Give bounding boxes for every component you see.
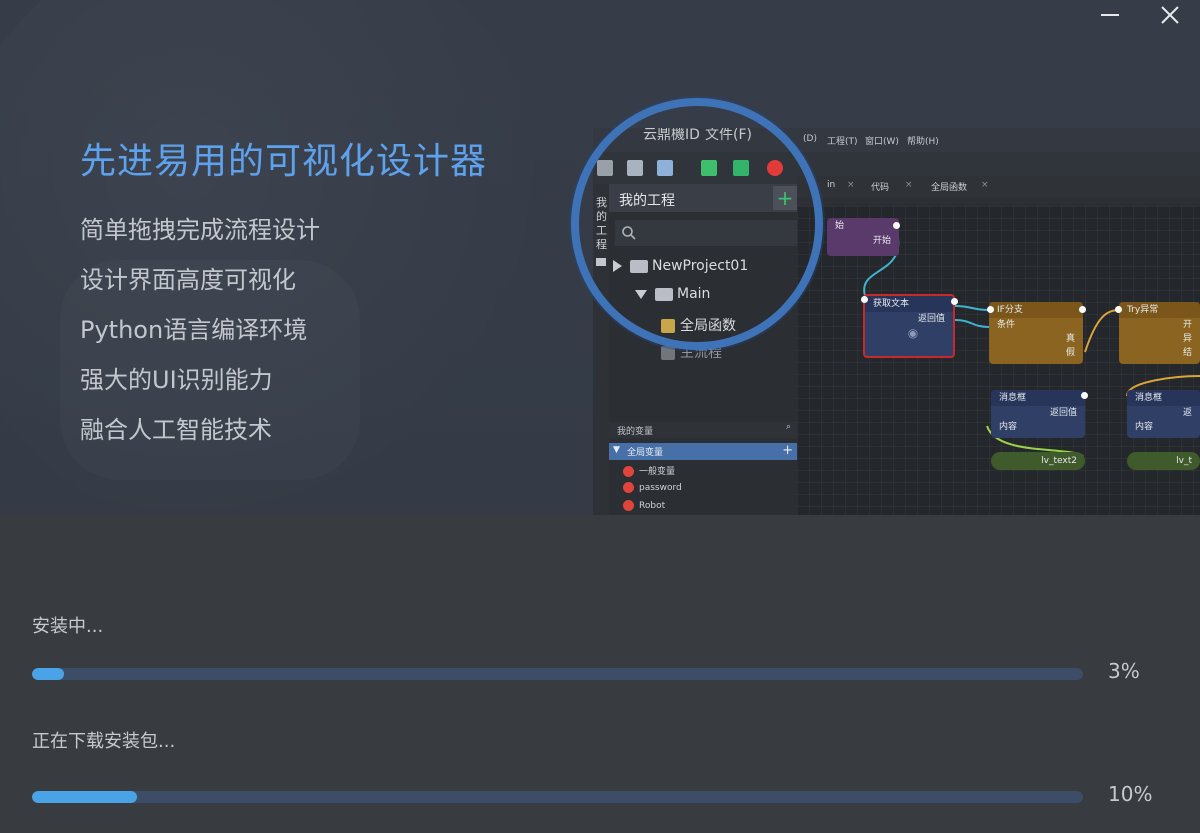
download-progress-bar — [32, 791, 1083, 803]
feature-item: 强大的UI识别能力 — [80, 366, 273, 394]
editor-tab: 代码 — [871, 183, 890, 193]
download-progress-percent: 10% — [1108, 782, 1153, 806]
port-dot — [987, 306, 994, 313]
port-dot — [893, 222, 900, 229]
expand-icon — [613, 260, 622, 272]
camera-icon: ◉ — [907, 326, 919, 340]
folder-icon — [655, 287, 673, 301]
designer-preview-image: 云鼎機ID 文件(F) (D) 工程(T) 窗口(W) 帮助(H) 我 的 工 … — [593, 128, 1200, 515]
port-dot — [1081, 392, 1088, 399]
feature-list: 简单拖拽完成流程设计 设计界面高度可视化 Python语言编译环境 强大的UI识… — [80, 205, 320, 455]
variable-icon — [623, 500, 634, 511]
variable-icon — [623, 466, 634, 477]
save-as-icon — [657, 160, 673, 176]
install-progress-bar — [32, 668, 1083, 680]
promo-banner: 先进易用的可视化设计器 简单拖拽完成流程设计 设计界面高度可视化 Python语… — [0, 0, 1200, 515]
flow-node-try: Try异常 开 异 结 — [1119, 302, 1200, 364]
search-icon — [622, 226, 636, 240]
open-icon — [597, 160, 613, 176]
flow-node-gettext: 获取文本 返回值 ◉ — [863, 294, 955, 358]
project-panel-header: 我的工程 + — [609, 184, 797, 212]
save-icon — [627, 160, 643, 176]
install-progress-fill — [32, 668, 64, 680]
add-icon: + — [782, 443, 793, 458]
collapse-icon: ▼ — [613, 445, 620, 455]
install-progress-percent: 3% — [1108, 659, 1140, 683]
project-panel-title: 我的工程 — [619, 193, 675, 209]
close-icon: × — [981, 180, 989, 190]
window-controls — [1080, 0, 1200, 30]
feature-item: Python语言编译环境 — [80, 316, 308, 344]
flow-node-messagebox: 消息框 返回值 内容 — [991, 390, 1085, 438]
tree-item: Main — [635, 286, 710, 302]
port-dot — [1079, 306, 1086, 313]
tree-item: NewProject01 — [613, 258, 748, 274]
preview-menubar: 云鼎機ID 文件(F) (D) 工程(T) 窗口(W) 帮助(H) — [593, 128, 1200, 152]
minimize-icon — [1101, 14, 1119, 16]
search-icon: ⌕ — [785, 422, 791, 432]
close-icon: × — [905, 180, 913, 190]
preview-menu-item: 帮助(H) — [907, 137, 939, 147]
close-button[interactable] — [1140, 0, 1200, 30]
flow-canvas: 始 开始 获取文本 返回值 ◉ IF分支 条件 真 假 Try异常 开 异 结 — [797, 206, 1200, 515]
install-status-label: 安装中... — [32, 616, 104, 637]
folder-icon — [630, 259, 648, 273]
variable-item: Robot — [623, 500, 665, 511]
feature-item: 简单拖拽完成流程设计 — [80, 216, 320, 244]
banner-headline: 先进易用的可视化设计器 — [80, 141, 488, 182]
function-icon — [661, 319, 675, 333]
editor-tab: in — [827, 180, 836, 190]
minimize-button[interactable] — [1080, 0, 1140, 30]
flow-node-messagebox: 消息框 返 内容 — [1127, 390, 1200, 438]
preview-menu-item: 工程(T) — [827, 137, 858, 147]
variable-icon — [623, 482, 634, 493]
variable-item: 一般变量 — [623, 464, 675, 477]
close-icon: × — [847, 180, 855, 190]
variables-header: 我的变量 ⌕ — [609, 422, 797, 438]
editor-tab: 全局函数 — [931, 183, 968, 193]
sort-icon — [701, 160, 717, 176]
flow-node-start: 始 开始 — [827, 218, 899, 256]
record-icon — [767, 160, 783, 176]
feature-item: 设计界面高度可视化 — [80, 266, 296, 294]
download-progress-fill — [32, 791, 138, 803]
flow-node-if: IF分支 条件 真 假 — [989, 302, 1083, 364]
feature-item: 融合人工智能技术 — [80, 416, 272, 444]
flow-node-variable: lv_t — [1127, 452, 1200, 470]
variable-item: password — [623, 482, 682, 493]
preview-menu-item: (D) — [803, 134, 817, 144]
download-status-label: 正在下载安装包... — [32, 731, 176, 752]
flow-icon — [733, 160, 749, 176]
preview-menu-item: 文件(F) — [705, 128, 752, 143]
close-icon — [1161, 6, 1179, 24]
flow-node-variable: lv_text2 — [991, 452, 1085, 470]
folder-icon — [596, 258, 606, 266]
port-dot — [861, 296, 868, 303]
variables-group: ▼ 全局变量 + — [609, 443, 797, 460]
editor-tabs: in × 代码 × 全局函数 × — [797, 176, 1200, 198]
tree-item: 主流程 — [661, 342, 722, 362]
project-search — [615, 220, 797, 246]
side-tab-char: 程 — [596, 238, 607, 251]
flow-icon — [661, 346, 675, 360]
collapse-icon — [635, 289, 647, 299]
port-dot — [1115, 306, 1122, 313]
preview-menu-item: 窗口(W) — [865, 137, 899, 147]
tree-item: 全局函数 — [661, 315, 736, 335]
preview-menu-item: 云鼎機ID — [643, 128, 700, 143]
port-dot — [951, 298, 958, 305]
preview-side-tab: 我 的 工 程 — [593, 184, 609, 515]
add-icon: + — [773, 186, 797, 210]
